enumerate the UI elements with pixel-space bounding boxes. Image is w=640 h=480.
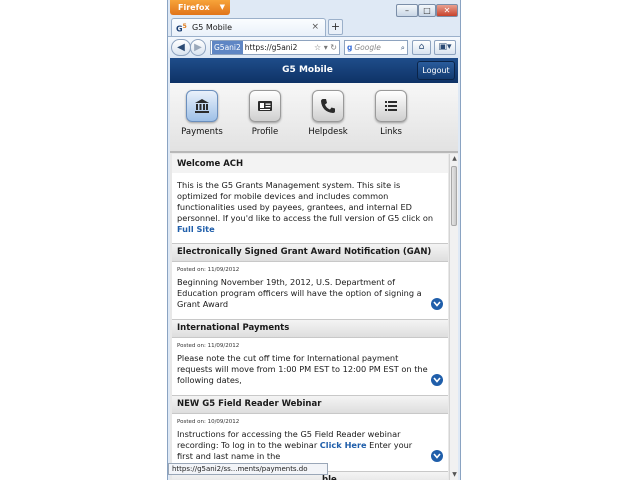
nav-payments-label: Payments — [181, 127, 223, 137]
phone-icon — [321, 99, 335, 113]
news-item: Posted on: 11/09/2012 Please note the cu… — [172, 338, 448, 389]
search-placeholder: Google — [354, 43, 381, 52]
nav-profile[interactable]: Profile — [240, 90, 290, 137]
logout-button[interactable]: Logout — [417, 61, 455, 80]
new-tab-button[interactable]: + — [328, 19, 343, 35]
news-title: NEW G5 Field Reader Webinar — [172, 395, 448, 414]
posted-date: Posted on: 11/09/2012 — [177, 267, 240, 273]
page-viewport: G5 Mobile Logout Payments Profile Helpde… — [170, 58, 458, 480]
news-item: Posted on: 11/09/2012 Beginning November… — [172, 262, 448, 313]
maximize-button[interactable]: □ — [418, 4, 436, 17]
search-box[interactable]: g Google ⌕ — [344, 40, 408, 55]
nav-helpdesk-label: Helpdesk — [308, 127, 348, 137]
bookmarks-menu-button[interactable]: ▣▾ — [434, 40, 456, 55]
chevron-down-icon — [433, 301, 441, 307]
profile-button[interactable] — [249, 90, 281, 122]
close-window-button[interactable]: ✕ — [436, 4, 458, 17]
main-nav: Payments Profile Helpdesk Links — [170, 83, 458, 153]
nav-links-label: Links — [380, 127, 402, 137]
forward-arrow-icon: ▶ — [194, 42, 202, 53]
content-scrollbar[interactable]: ▲ ▼ — [449, 154, 458, 480]
full-site-link[interactable]: Full Site — [177, 224, 215, 234]
browser-window: Firefox ▼ – □ ✕ G5 G5 Mobile × + ◀ ▶ G5a… — [167, 0, 461, 480]
star-bookmark-icon[interactable]: ☆ — [314, 43, 321, 52]
url-bar[interactable]: G5ani2 https://g5ani2 ☆ ▾ ↻ — [210, 40, 340, 55]
g5-favicon-icon: G5 — [176, 23, 187, 34]
content-panel: Welcome ACH This is the G5 Grants Manage… — [172, 154, 448, 480]
nav-payments[interactable]: Payments — [177, 90, 227, 137]
expand-button[interactable] — [431, 374, 443, 386]
home-icon: ⌂ — [418, 42, 425, 52]
list-icon — [385, 101, 397, 111]
chevron-down-icon — [433, 453, 441, 459]
google-icon[interactable]: g — [347, 41, 352, 54]
home-button[interactable]: ⌂ — [412, 40, 431, 55]
site-identity-badge[interactable]: G5ani2 — [212, 41, 243, 54]
scroll-thumb[interactable] — [451, 166, 457, 226]
firefox-menu-label: Firefox — [178, 3, 210, 12]
chevron-down-icon: ▼ — [219, 3, 225, 11]
news-body: Instructions for accessing the G5 Field … — [177, 429, 413, 461]
welcome-title: Welcome ACH — [172, 154, 448, 173]
posted-date: Posted on: 10/09/2012 — [177, 419, 240, 425]
id-card-icon — [258, 101, 272, 111]
tab-g5-mobile[interactable]: G5 G5 Mobile × — [171, 18, 326, 37]
news-body: Beginning November 19th, 2012, U.S. Depa… — [177, 277, 422, 309]
welcome-body: This is the G5 Grants Management system.… — [177, 180, 434, 223]
nav-links[interactable]: Links — [366, 90, 416, 137]
news-body: Please note the cut off time for Interna… — [177, 353, 428, 385]
news-item: Posted on: 10/09/2012 Instructions for a… — [172, 414, 448, 465]
chevron-down-icon — [433, 377, 441, 383]
forward-button[interactable]: ▶ — [190, 39, 206, 56]
welcome-text: This is the G5 Grants Management system.… — [172, 173, 448, 243]
bank-icon — [195, 99, 209, 113]
search-icon[interactable]: ⌕ — [401, 41, 405, 54]
app-header: G5 Mobile Logout — [170, 58, 458, 83]
reload-icon[interactable]: ↻ — [330, 43, 337, 52]
minimize-button[interactable]: – — [396, 4, 418, 17]
news-title: International Payments — [172, 319, 448, 338]
payments-button[interactable] — [186, 90, 218, 122]
nav-helpdesk[interactable]: Helpdesk — [303, 90, 353, 137]
firefox-menu-button[interactable]: Firefox ▼ — [170, 0, 230, 15]
app-title: G5 Mobile — [282, 65, 333, 75]
expand-button[interactable] — [431, 450, 443, 462]
dropdown-icon[interactable]: ▾ — [324, 43, 328, 52]
scroll-down-icon[interactable]: ▼ — [451, 471, 458, 479]
back-arrow-icon: ◀ — [177, 42, 185, 53]
navigation-toolbar: ◀ ▶ G5ani2 https://g5ani2 ☆ ▾ ↻ g Google ⌕… — [168, 36, 460, 58]
news-title: Electronically Signed Grant Award Notifi… — [172, 243, 448, 262]
nav-profile-label: Profile — [251, 127, 279, 137]
helpdesk-button[interactable] — [312, 90, 344, 122]
links-button[interactable] — [375, 90, 407, 122]
tab-title: G5 Mobile — [192, 23, 233, 32]
scroll-up-icon[interactable]: ▲ — [451, 155, 458, 163]
expand-button[interactable] — [431, 298, 443, 310]
back-button[interactable]: ◀ — [171, 39, 191, 56]
close-tab-icon[interactable]: × — [311, 22, 319, 32]
click-here-link[interactable]: Click Here — [320, 440, 367, 450]
status-bar: https://g5ani2/ss...ments/payments.do — [168, 463, 328, 475]
url-text: https://g5ani2 — [244, 43, 298, 52]
bookmarks-icon: ▣▾ — [438, 42, 452, 52]
posted-date: Posted on: 11/09/2012 — [177, 343, 240, 349]
